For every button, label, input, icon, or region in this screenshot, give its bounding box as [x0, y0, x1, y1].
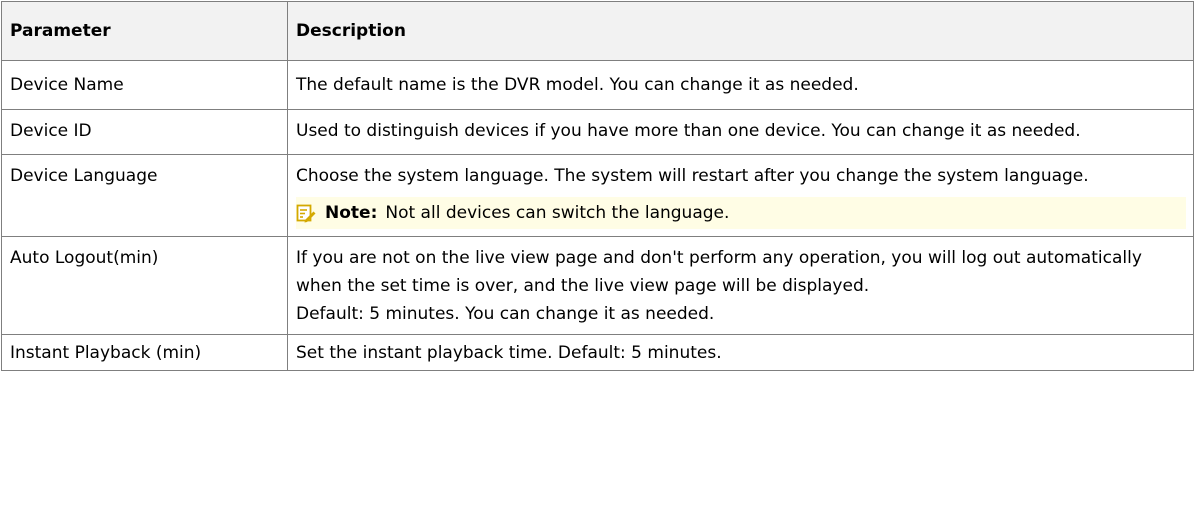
description-cell: Choose the system language. The system w… [287, 154, 1194, 237]
description-cell: The default name is the DVR model. You c… [287, 60, 1194, 110]
note-text: Not all devices can switch the language. [385, 203, 730, 223]
description-default-text: Default: 5 minutes. You can change it as… [296, 304, 715, 324]
description-text: If you are not on the live view page and… [296, 248, 1142, 296]
parameter-cell: Instant Playback (min) [1, 334, 288, 371]
note-box: Note: Not all devices can switch the lan… [296, 197, 1186, 229]
parameter-table: Parameter Description Device Name The de… [1, 1, 1194, 371]
description-cell: Set the instant playback time. Default: … [287, 334, 1194, 371]
description-text: Choose the system language. The system w… [296, 166, 1089, 186]
header-description: Description [287, 1, 1194, 61]
note-label: Note: [325, 203, 378, 223]
parameter-cell: Device ID [1, 109, 288, 155]
table-row: Device Name The default name is the DVR … [1, 60, 1194, 110]
table-row: Instant Playback (min) Set the instant p… [1, 334, 1194, 371]
description-cell: Used to distinguish devices if you have … [287, 109, 1194, 155]
parameter-cell: Device Name [1, 60, 288, 110]
note-pencil-icon [296, 204, 316, 223]
header-parameter: Parameter [1, 1, 288, 61]
description-cell: If you are not on the live view page and… [287, 236, 1194, 335]
table-header-row: Parameter Description [1, 1, 1194, 61]
parameter-cell: Device Language [1, 154, 288, 237]
parameter-cell: Auto Logout(min) [1, 236, 288, 335]
table-row: Auto Logout(min) If you are not on the l… [1, 236, 1194, 335]
table-row: Device Language Choose the system langua… [1, 154, 1194, 237]
table-row: Device ID Used to distinguish devices if… [1, 109, 1194, 155]
